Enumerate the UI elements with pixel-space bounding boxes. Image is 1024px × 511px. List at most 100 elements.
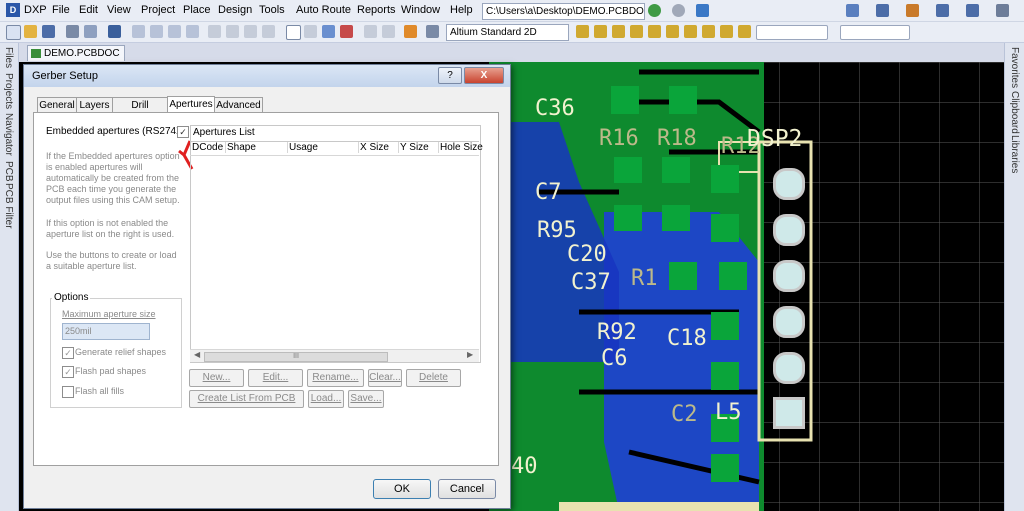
document-tab-demo-pcbdoc[interactable]: DEMO.PCBDOC (27, 45, 125, 61)
tab-general[interactable]: General (37, 97, 77, 113)
open-device-icon[interactable] (108, 25, 121, 38)
ok-button[interactable]: OK (373, 479, 431, 499)
create-list-from-pcb-button[interactable]: Create List From PCB (189, 390, 304, 408)
col-hole-size[interactable]: Hole Size (438, 142, 483, 153)
col-y-size[interactable]: Y Size (398, 142, 429, 153)
menu-design[interactable]: Design (218, 4, 252, 16)
paint-icon[interactable] (876, 4, 889, 17)
place-fill-icon[interactable] (684, 25, 697, 38)
load-apertures-button[interactable]: Load... (308, 390, 344, 408)
view-configuration-select[interactable]: Altium Standard 2D (446, 24, 569, 41)
pcb-header-pin[interactable] (773, 397, 805, 429)
place-arc-icon[interactable] (666, 25, 679, 38)
scroll-thumb[interactable]: III (204, 352, 388, 362)
menu-help[interactable]: Help (450, 4, 473, 16)
col-x-size[interactable]: X Size (358, 142, 389, 153)
cancel-button[interactable]: Cancel (438, 479, 496, 499)
save-icon[interactable] (42, 25, 55, 38)
pcb-pad[interactable] (669, 262, 697, 290)
zoom-filter-icon[interactable] (186, 25, 199, 38)
menu-tools[interactable]: Tools (259, 4, 285, 16)
save-apertures-button[interactable]: Save... (348, 390, 384, 408)
dxp-logo-icon[interactable]: D (6, 3, 20, 17)
deselect-icon[interactable] (322, 25, 335, 38)
zoom-area-icon[interactable] (132, 25, 145, 38)
document-path-field[interactable]: C:\Users\a\Desktop\DEMO.PCBDO (482, 3, 645, 20)
menu-auto-route[interactable]: Auto Route (296, 4, 351, 16)
tab-apertures[interactable]: Apertures (167, 96, 215, 113)
delete-aperture-button[interactable]: Delete (406, 369, 461, 387)
layer-stack-icon[interactable] (846, 4, 859, 17)
redo-icon[interactable] (382, 25, 395, 38)
pcb-pad[interactable] (711, 312, 739, 340)
cut-icon[interactable] (208, 25, 221, 38)
menu-place[interactable]: Place (183, 4, 211, 16)
open-folder-icon[interactable] (24, 25, 37, 38)
flash-fills-checkbox[interactable] (62, 386, 74, 398)
pcb-header-pin[interactable] (773, 168, 805, 200)
rooms-icon[interactable] (966, 4, 979, 17)
interactive-route-icon[interactable] (576, 25, 589, 38)
place-pad-icon[interactable] (630, 25, 643, 38)
pcb-pad[interactable] (711, 214, 739, 242)
clear-apertures-button[interactable]: Clear... (368, 369, 402, 387)
select-area-icon[interactable] (286, 25, 301, 40)
menu-view[interactable]: View (107, 4, 131, 16)
align-icon[interactable] (936, 4, 949, 17)
browse-components-icon[interactable] (426, 25, 439, 38)
panel-tab-files[interactable]: Files (3, 47, 14, 68)
print-preview-icon[interactable] (84, 25, 97, 38)
clear-filter-icon[interactable] (340, 25, 353, 38)
cross-probe-icon[interactable] (404, 25, 417, 38)
pcb-pad[interactable] (662, 157, 690, 183)
move-icon[interactable] (304, 25, 317, 38)
pcb-header-pin[interactable] (773, 306, 805, 338)
place-via-icon[interactable] (648, 25, 661, 38)
tab-advanced[interactable]: Advanced (214, 97, 263, 113)
pcb-header-pin[interactable] (773, 352, 805, 384)
menu-project[interactable]: Project (141, 4, 175, 16)
home-icon[interactable] (696, 4, 709, 17)
zoom-selected-icon[interactable] (150, 25, 163, 38)
copy-icon[interactable] (226, 25, 239, 38)
pcb-pad[interactable] (614, 205, 642, 231)
panel-tab-projects[interactable]: Projects (3, 73, 14, 109)
panel-tab-libraries[interactable]: Libraries (1009, 135, 1020, 173)
col-dcode[interactable]: DCode (192, 142, 223, 153)
panel-tab-navigator[interactable]: Navigator (3, 113, 14, 156)
pcb-pad[interactable] (662, 205, 690, 231)
tab-drill-drawing[interactable]: Drill Drawing (112, 97, 168, 126)
pcb-pad[interactable] (719, 262, 747, 290)
pcb-pad[interactable] (711, 362, 739, 390)
close-button[interactable]: X (464, 67, 504, 84)
menu-dxp[interactable]: DXP (24, 4, 47, 16)
place-polygon-icon[interactable] (702, 25, 715, 38)
forward-icon[interactable] (672, 4, 685, 17)
tab-layers[interactable]: Layers (76, 97, 113, 113)
place-string-icon[interactable] (720, 25, 733, 38)
pcb-pad[interactable] (711, 165, 739, 193)
pcb-pad[interactable] (711, 454, 739, 482)
scroll-left-icon[interactable]: ◀ (194, 350, 200, 359)
filter-combo[interactable] (756, 25, 828, 40)
pcb-pad[interactable] (614, 157, 642, 183)
horizontal-scrollbar[interactable]: ◀ III ▶ (190, 349, 479, 362)
panel-tab-pcb[interactable]: PCB (3, 161, 14, 182)
rename-aperture-button[interactable]: Rename... (307, 369, 364, 387)
grid-icon[interactable] (906, 4, 919, 17)
flash-pad-checkbox[interactable]: ✓ (62, 366, 74, 378)
paste-icon[interactable] (244, 25, 257, 38)
mask-combo[interactable] (840, 25, 910, 40)
back-icon[interactable] (648, 4, 661, 17)
diff-pair-icon[interactable] (612, 25, 625, 38)
grid-options-icon[interactable] (996, 4, 1009, 17)
pcb-pad[interactable] (611, 86, 639, 114)
new-aperture-button[interactable]: New... (189, 369, 244, 387)
panel-tab-favorites[interactable]: Favorites (1009, 47, 1020, 88)
multi-route-icon[interactable] (594, 25, 607, 38)
pcb-header-pin[interactable] (773, 214, 805, 246)
max-aperture-input[interactable]: 250mil (62, 323, 150, 340)
generate-relief-checkbox[interactable]: ✓ (62, 347, 74, 359)
new-document-icon[interactable] (6, 25, 21, 40)
menu-reports[interactable]: Reports (357, 4, 396, 16)
